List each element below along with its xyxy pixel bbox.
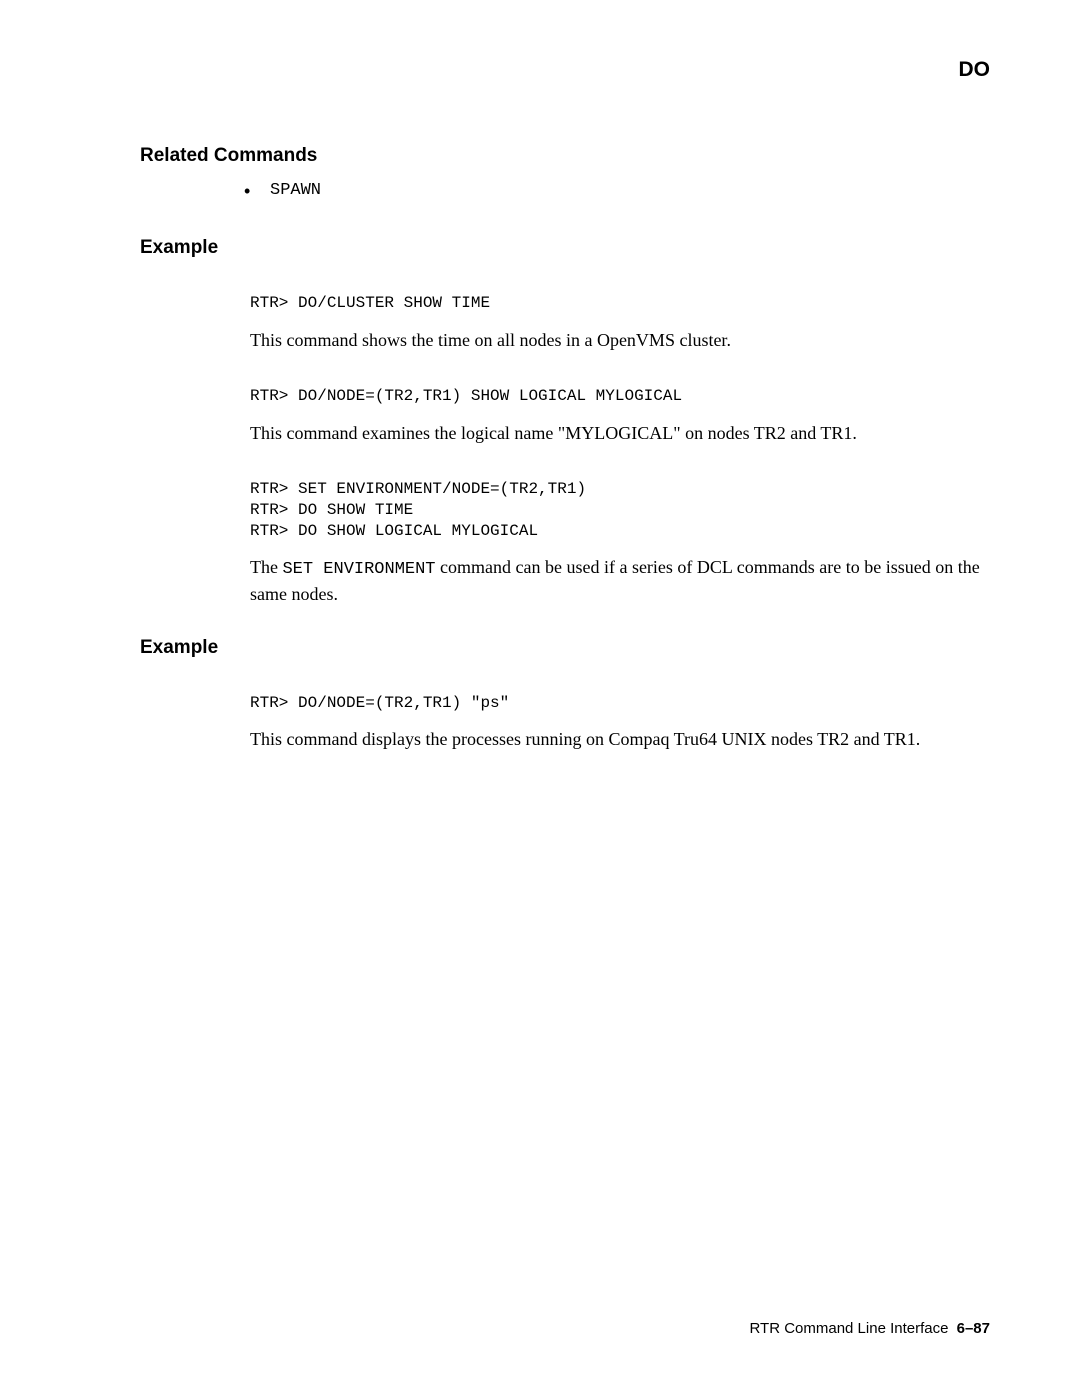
footer-page-number: 6–87 <box>957 1320 990 1337</box>
related-commands-heading: Related Commands <box>140 145 990 167</box>
code-block-2: RTR> DO/NODE=(TR2,TR1) SHOW LOGICAL MYLO… <box>250 386 990 407</box>
paragraph-1: This command shows the time on all nodes… <box>250 328 990 352</box>
footer-text: RTR Command Line Interface <box>749 1320 948 1337</box>
example-heading-2: Example <box>140 637 990 659</box>
code-block-4: RTR> DO/NODE=(TR2,TR1) "ps" <box>250 693 990 714</box>
para3-pre: The <box>250 557 282 577</box>
example-1-block: RTR> DO/CLUSTER SHOW TIME This command s… <box>250 293 990 607</box>
related-commands-list: SPAWN <box>270 179 990 203</box>
page-header-title: DO <box>959 58 991 82</box>
related-command-item: SPAWN <box>270 179 990 203</box>
code-block-1: RTR> DO/CLUSTER SHOW TIME <box>250 293 990 314</box>
example-heading-1: Example <box>140 237 990 259</box>
paragraph-2: This command examines the logical name "… <box>250 421 990 445</box>
page-footer: RTR Command Line Interface 6–87 <box>749 1320 990 1337</box>
code-block-3: RTR> SET ENVIRONMENT/NODE=(TR2,TR1) RTR>… <box>250 479 990 541</box>
paragraph-3: The SET ENVIRONMENT command can be used … <box>250 555 990 606</box>
page: DO Related Commands SPAWN Example RTR> D… <box>0 0 1080 1397</box>
para3-mono: SET ENVIRONMENT <box>282 560 435 579</box>
paragraph-4: This command displays the processes runn… <box>250 727 990 751</box>
example-2-block: RTR> DO/NODE=(TR2,TR1) "ps" This command… <box>250 693 990 752</box>
